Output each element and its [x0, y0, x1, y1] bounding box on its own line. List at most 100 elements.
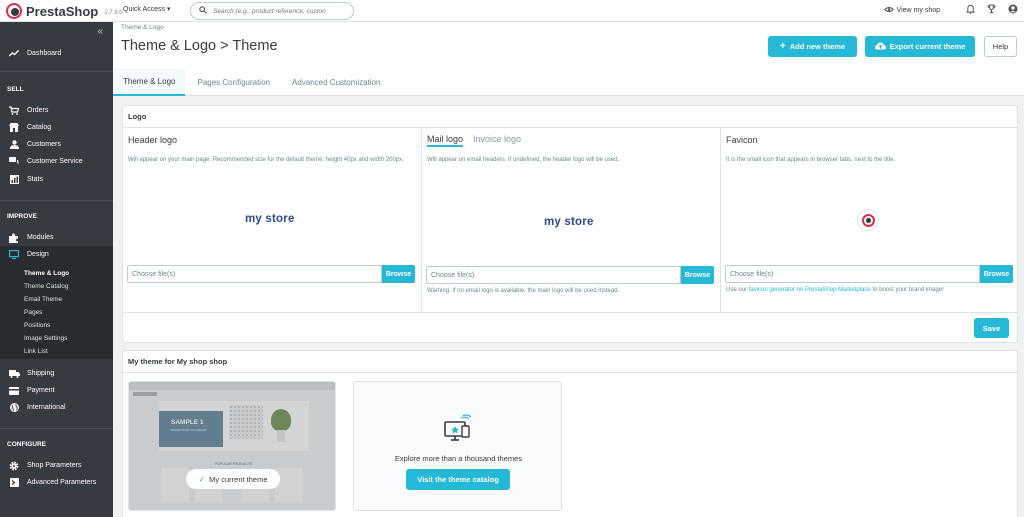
- tab-invoice-logo[interactable]: Invoice logo: [473, 134, 521, 147]
- caret-down-icon: ▾: [166, 6, 171, 13]
- page-tabs: Theme & Logo Pages Configuration Advance…: [113, 68, 392, 96]
- submenu-link-list[interactable]: Link List: [24, 348, 48, 355]
- bell-icon[interactable]: [965, 4, 976, 17]
- search-icon: [199, 6, 207, 16]
- search-input[interactable]: [213, 7, 343, 15]
- submenu-email-theme[interactable]: Email Theme: [24, 296, 62, 303]
- top-bar: PrestaShop 1.7.8.0 Quick Access ▾ View m…: [0, 0, 1024, 22]
- submenu-pages[interactable]: Pages: [24, 309, 42, 316]
- file-input-label[interactable]: Choose file(s): [725, 265, 980, 283]
- browse-button[interactable]: Browse: [681, 266, 714, 284]
- quick-access-dropdown[interactable]: Quick Access ▾: [123, 5, 170, 13]
- chat-icon: [8, 157, 20, 167]
- quick-access-label: Quick Access: [123, 6, 166, 13]
- favicon-title: Favicon: [726, 135, 758, 145]
- store-logo-text: my store: [544, 216, 594, 228]
- credit-card-icon: [8, 386, 20, 396]
- sidebar-item-customers[interactable]: Customers: [0, 136, 113, 153]
- design-submenu: [0, 263, 113, 359]
- explore-text: Explore more than a thousand themes: [394, 454, 523, 463]
- tab-theme-logo[interactable]: Theme & Logo: [113, 68, 186, 96]
- sidebar-item-label: Shipping: [27, 370, 55, 377]
- submenu-theme-logo[interactable]: Theme & Logo: [24, 270, 69, 277]
- trophy-icon[interactable]: [987, 4, 996, 17]
- sidebar-item-modules[interactable]: Modules: [0, 229, 113, 246]
- file-input-label[interactable]: Choose file(s): [127, 265, 382, 283]
- collapse-sidebar-icon[interactable]: «: [97, 26, 103, 37]
- browse-button[interactable]: Browse: [382, 265, 415, 283]
- sidebar-item-advanced-parameters[interactable]: Advanced Parameters: [0, 474, 113, 491]
- export-theme-label: Export current theme: [889, 42, 966, 51]
- sidebar-item-catalog[interactable]: Catalog: [0, 119, 113, 136]
- sidebar-item-dashboard[interactable]: Dashboard: [0, 45, 113, 62]
- prestashop-logo[interactable]: PrestaShop 1.7.8.0: [6, 3, 123, 19]
- page-title: Theme & Logo > Theme: [121, 38, 278, 54]
- section-heading-configure: CONFIGURE: [7, 441, 46, 448]
- submenu-positions[interactable]: Positions: [24, 322, 50, 329]
- mail-logo-description: Will appear on email headers. If undefin…: [427, 157, 620, 163]
- plus-icon: +: [779, 41, 786, 52]
- sidebar-item-label: Advanced Parameters: [27, 479, 97, 486]
- globe-icon: [8, 403, 20, 413]
- sidebar-item-shipping[interactable]: Shipping: [0, 365, 113, 382]
- sidebar-item-label: Shop Parameters: [27, 462, 82, 469]
- help-button[interactable]: Help: [984, 36, 1017, 57]
- current-theme-thumbnail[interactable]: SAMPLE 1 EXCEPTEUR OCCAECAT POPULAR PROD…: [128, 381, 336, 511]
- header-logo-file-input[interactable]: Choose file(s) Browse: [127, 265, 415, 283]
- file-input-label[interactable]: Choose file(s): [426, 266, 681, 284]
- sidebar-item-design[interactable]: Design: [0, 246, 113, 263]
- sidebar-item-international[interactable]: International: [0, 399, 113, 416]
- favicon-hint-after: to boost your brand image!: [872, 287, 944, 293]
- sidebar-divider: [0, 428, 113, 429]
- sidebar-item-payment[interactable]: Payment: [0, 382, 113, 399]
- gear-icon: [8, 461, 20, 471]
- account-icon[interactable]: [1008, 4, 1018, 17]
- mail-logo-preview: my store: [544, 216, 594, 228]
- sidebar-nav: « Dashboard SELL Orders Catalog Customer…: [0, 22, 113, 517]
- add-new-theme-button[interactable]: + Add new theme: [768, 36, 857, 57]
- view-shop-link[interactable]: View my shop: [883, 6, 940, 15]
- sidebar-item-orders[interactable]: Orders: [0, 102, 113, 119]
- favicon-file-input[interactable]: Choose file(s) Browse: [725, 265, 1013, 283]
- trending-up-icon: [8, 49, 20, 59]
- theme-panel: My theme for My shop shop SAMPLE 1 EXCEP…: [122, 350, 1018, 517]
- tab-pages-configuration[interactable]: Pages Configuration: [187, 68, 280, 96]
- sidebar-item-shop-parameters[interactable]: Shop Parameters: [0, 457, 113, 474]
- logo-panel-heading: Logo: [123, 106, 1017, 128]
- section-heading-sell: SELL: [7, 86, 24, 93]
- monitor-star-icon: [443, 414, 473, 449]
- visit-theme-catalog-button[interactable]: Visit the theme catalog: [406, 469, 510, 490]
- sidebar-item-label: Payment: [27, 387, 55, 394]
- browse-button[interactable]: Browse: [980, 265, 1013, 283]
- current-theme-label: My current theme: [209, 474, 268, 484]
- puffin-logo-icon: [6, 3, 22, 19]
- bar-chart-icon: [8, 175, 20, 185]
- sidebar-divider: [0, 71, 113, 72]
- save-button[interactable]: Save: [974, 318, 1009, 338]
- search-box[interactable]: [190, 2, 354, 20]
- advanced-settings-icon: [8, 478, 20, 488]
- store-icon: [8, 123, 20, 133]
- tab-mail-logo[interactable]: Mail logo: [427, 134, 464, 147]
- sidebar-item-label: Design: [27, 251, 49, 258]
- sidebar-item-customer-service[interactable]: Customer Service: [0, 153, 113, 170]
- favicon-description: It is the small icon that appears in bro…: [726, 157, 896, 163]
- sidebar-item-label: Catalog: [27, 124, 52, 131]
- favicon-generator-link[interactable]: favicon generator on PrestaShop Marketpl…: [749, 287, 871, 293]
- submenu-image-settings[interactable]: Image Settings: [24, 335, 67, 342]
- theme-panel-heading: My theme for My shop shop: [123, 351, 1017, 373]
- export-theme-button[interactable]: Export current theme: [865, 36, 975, 57]
- submenu-theme-catalog[interactable]: Theme Catalog: [24, 283, 68, 290]
- sidebar-item-label: Dashboard: [27, 50, 62, 57]
- panel-footer-divider: [123, 312, 1017, 313]
- mail-invoice-tabs: Mail logo Invoice logo: [427, 134, 531, 147]
- sidebar-item-stats[interactable]: Stats: [0, 171, 113, 188]
- mail-logo-file-input[interactable]: Choose file(s) Browse: [426, 266, 714, 284]
- tab-advanced-customization[interactable]: Advanced Customization: [282, 68, 391, 96]
- view-shop-label: View my shop: [896, 7, 940, 14]
- sidebar-item-label: Orders: [27, 107, 49, 114]
- breadcrumb[interactable]: Theme & Logo: [121, 24, 164, 31]
- section-heading-improve: IMPROVE: [7, 213, 37, 220]
- sidebar-item-label: Customer Service: [27, 158, 83, 165]
- favicon-hint-before: Use our: [726, 287, 748, 293]
